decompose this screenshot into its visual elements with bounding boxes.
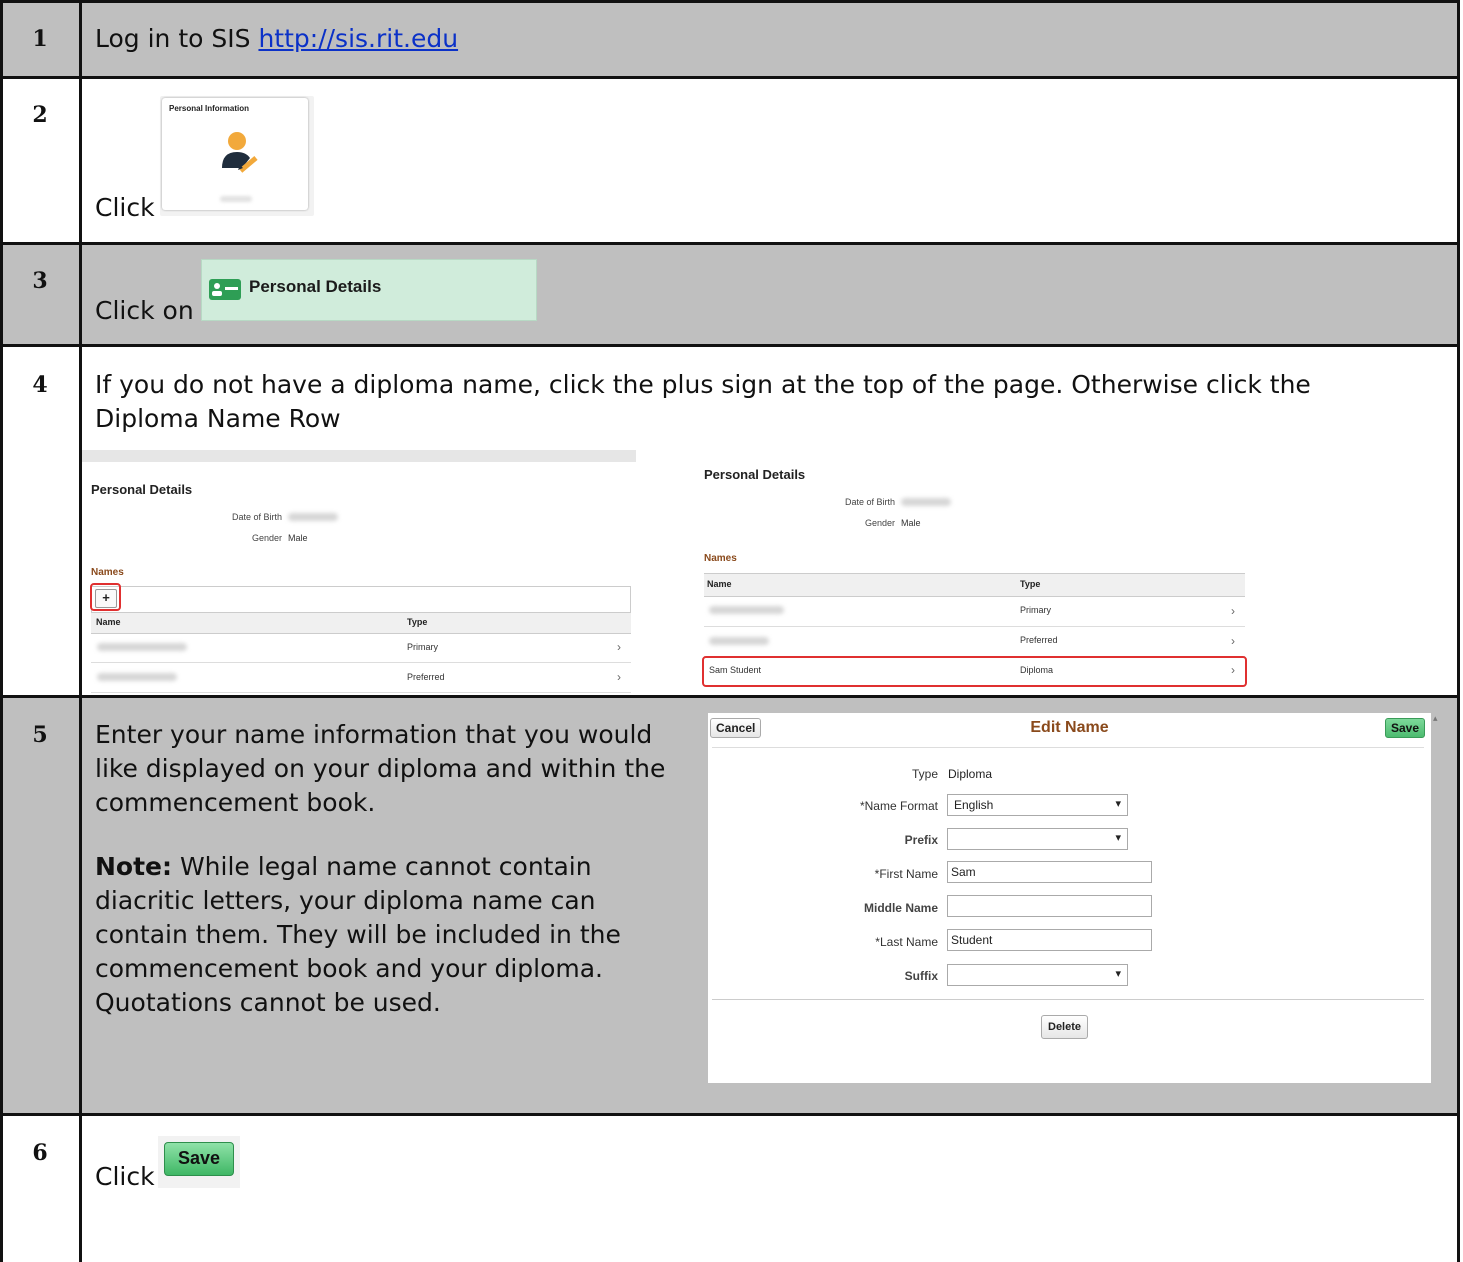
first-name-field[interactable]: Sam — [947, 861, 1152, 883]
type-value: Diploma — [948, 767, 993, 781]
tile-title: Personal Information — [169, 104, 250, 113]
first-name-label: *First Name — [874, 867, 938, 881]
chevron-right-icon: › — [617, 640, 621, 654]
diploma-row-highlight — [702, 656, 1247, 687]
gender-value: Male — [901, 518, 921, 528]
step-number: 2 — [32, 102, 48, 128]
col-type-header: Type — [407, 617, 428, 627]
table-border — [79, 0, 82, 1262]
gender-label: Gender — [864, 518, 895, 528]
step-5-paragraph: Enter your name information that you wou… — [95, 720, 666, 817]
row-type: Preferred — [407, 672, 445, 682]
table-border — [0, 344, 1460, 347]
names-table-header: Name Type — [704, 573, 1245, 597]
name-format-label: *Name Format — [859, 799, 938, 813]
sis-link[interactable]: http://sis.rit.edu — [258, 24, 458, 53]
table-border — [0, 695, 1460, 698]
instruction-table: 1 2 3 4 5 6 Log in to SIS http://sis.rit… — [0, 0, 1463, 1262]
tile-subtitle-blurred — [220, 196, 252, 202]
edit-name-panel: Cancel Edit Name Save Type Diploma *Name… — [708, 713, 1431, 1083]
name-blurred — [97, 673, 177, 681]
col-name-header: Name — [707, 579, 732, 589]
save-button-label: Save — [164, 1142, 234, 1176]
names-section-label: Names — [91, 567, 124, 578]
names-section-label: Names — [704, 553, 737, 564]
step-3-text: Click on — [95, 296, 194, 325]
step-number: 5 — [32, 722, 48, 748]
names-grid-toolbar — [91, 586, 631, 612]
name-blurred — [97, 643, 187, 651]
step-5-note: Note: While legal name cannot contain di… — [95, 850, 695, 1020]
name-row-preferred[interactable]: Preferred › — [91, 663, 631, 693]
row-type: Preferred — [1020, 635, 1058, 645]
table-border — [1457, 0, 1460, 1262]
personal-details-button[interactable]: Personal Details — [201, 259, 537, 321]
step-1-label: Log in to SIS — [95, 24, 259, 53]
personal-details-label: Personal Details — [249, 277, 382, 296]
name-blurred — [709, 606, 784, 614]
step-1-text: Log in to SIS http://sis.rit.edu — [95, 22, 458, 56]
shot-heading: Personal Details — [91, 482, 193, 497]
suffix-label: Suffix — [904, 969, 938, 983]
step-number: 1 — [32, 26, 48, 52]
step-number: 3 — [32, 268, 48, 294]
dob-label: Date of Birth — [844, 497, 895, 507]
col-type-header: Type — [1020, 579, 1041, 589]
chevron-right-icon: › — [617, 670, 621, 684]
step-2-text: Click — [95, 193, 155, 222]
header-divider — [712, 747, 1424, 748]
note-text: While legal name cannot contain diacriti… — [95, 852, 621, 1017]
names-table-header: Name Type — [91, 612, 631, 634]
dob-value-blurred — [288, 513, 338, 521]
name-row-preferred[interactable]: Preferred › — [704, 627, 1245, 657]
scrollbar-arrow-icon[interactable]: ▴ — [1433, 714, 1439, 726]
col-name-header: Name — [96, 617, 121, 627]
personal-information-tile[interactable]: Personal Information — [160, 96, 314, 216]
step-number: 6 — [32, 1140, 48, 1166]
gender-label: Gender — [251, 533, 282, 543]
name-row-primary[interactable]: Primary › — [91, 633, 631, 663]
note-label: Note: — [95, 852, 173, 881]
gender-value: Male — [288, 533, 308, 543]
table-border — [0, 0, 3, 1262]
personal-details-screenshot-right: Personal Details Date of Birth Gender Ma… — [699, 460, 1265, 696]
name-blurred — [709, 637, 769, 645]
plus-highlight — [90, 583, 121, 611]
id-card-icon — [209, 279, 241, 300]
middle-name-label: Middle Name — [863, 901, 938, 915]
edit-name-title: Edit Name — [1030, 719, 1109, 736]
table-border — [0, 0, 1460, 3]
table-border — [0, 242, 1460, 245]
last-name-label: *Last Name — [875, 935, 938, 949]
shot-heading: Personal Details — [704, 467, 806, 482]
type-label: Type — [911, 767, 938, 781]
row-type: Primary — [407, 642, 438, 652]
table-border — [0, 76, 1460, 79]
shot-top-bar — [82, 450, 636, 462]
step-4-text: If you do not have a diploma name, click… — [95, 370, 1311, 433]
row-type: Primary — [1020, 605, 1051, 615]
dob-label: Date of Birth — [231, 512, 282, 522]
person-edit-icon — [222, 132, 258, 173]
dob-value-blurred — [901, 498, 951, 506]
prefix-label: Prefix — [904, 833, 938, 847]
chevron-right-icon: › — [1231, 634, 1235, 648]
step-number: 4 — [32, 372, 48, 398]
form-divider — [712, 999, 1424, 1000]
save-button[interactable]: Save — [1385, 718, 1426, 738]
personal-details-screenshot-left: Personal Details Date of Birth Gender Ma… — [82, 450, 636, 695]
name-row-primary[interactable]: Primary › — [704, 596, 1245, 627]
middle-name-field[interactable] — [947, 895, 1152, 917]
prefix-select[interactable] — [947, 828, 1128, 850]
suffix-select[interactable] — [947, 964, 1128, 986]
delete-button[interactable]: Delete — [1041, 1015, 1089, 1039]
name-format-select[interactable]: English — [947, 794, 1128, 816]
step-6-text: Click — [95, 1162, 155, 1191]
chevron-right-icon: › — [1231, 604, 1235, 618]
last-name-field[interactable]: Student — [947, 929, 1152, 951]
tile-card: Personal Information — [162, 98, 308, 210]
save-button-large[interactable]: Save — [158, 1136, 240, 1188]
table-border — [0, 1113, 1460, 1116]
